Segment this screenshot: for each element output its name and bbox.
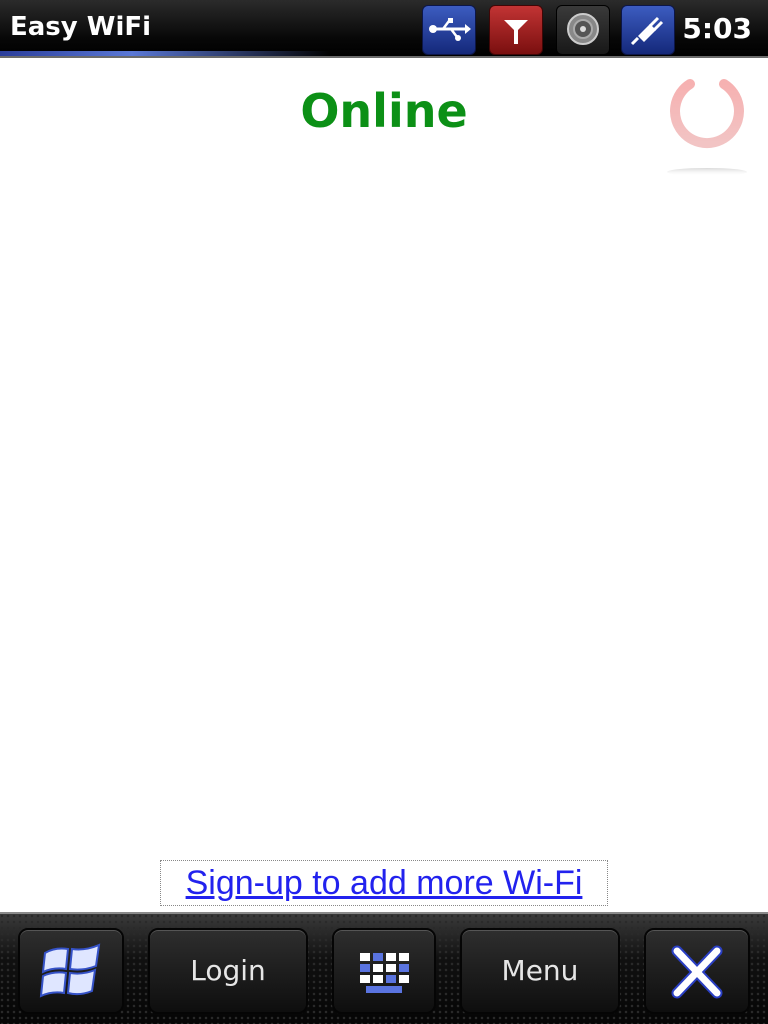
signal-antenna-icon xyxy=(504,20,528,44)
keyboard-icon xyxy=(360,953,409,993)
menu-button[interactable]: Menu xyxy=(460,928,620,1014)
power-icon xyxy=(667,71,747,176)
power-button[interactable] xyxy=(662,68,752,178)
softkey-bar: Login Menu xyxy=(0,912,768,1024)
clock[interactable]: 5:03 xyxy=(682,12,752,45)
volume-tray-icon[interactable] xyxy=(556,5,610,55)
usb-tray-icon[interactable] xyxy=(422,5,476,55)
signup-link[interactable]: Sign-up to add more Wi-Fi xyxy=(160,860,608,906)
login-button[interactable]: Login xyxy=(148,928,308,1014)
status-bar: Easy WiFi 5:03 xyxy=(0,0,768,58)
connection-status: Online xyxy=(300,84,468,138)
keyboard-button[interactable] xyxy=(332,928,436,1014)
app-title: Easy WiFi xyxy=(10,12,152,42)
usb-icon xyxy=(429,18,471,41)
windows-start-icon xyxy=(39,943,101,998)
signal-tray-icon[interactable] xyxy=(489,5,543,55)
volume-icon xyxy=(567,13,599,45)
start-button[interactable] xyxy=(18,928,124,1014)
close-button[interactable] xyxy=(644,928,750,1014)
close-icon xyxy=(671,945,723,999)
power-tray-icon[interactable] xyxy=(621,5,675,55)
power-plug-icon xyxy=(630,16,664,46)
